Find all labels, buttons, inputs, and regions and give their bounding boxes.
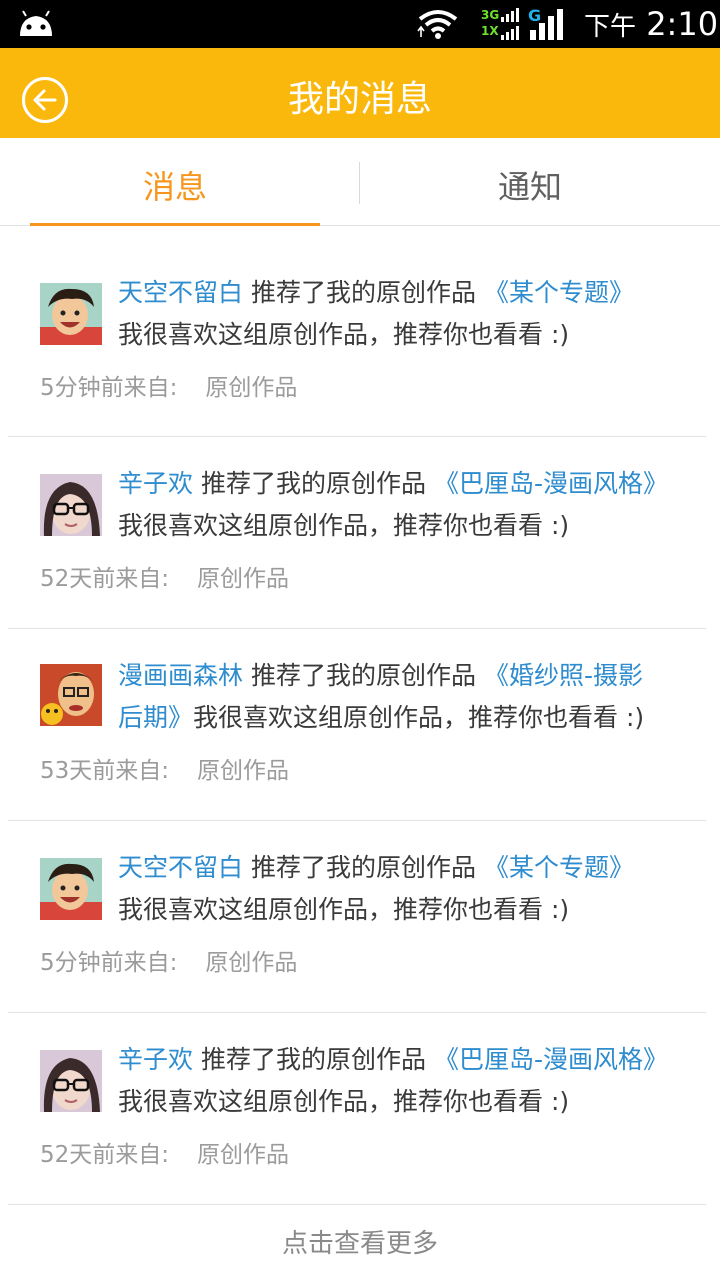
comment-text: 我很喜欢这组原创作品，推荐你也看看 :) [118,511,570,540]
network-1x-label: 1X [481,24,499,38]
user-name-link[interactable]: 漫画画森林 [118,661,243,690]
comment-text: 我很喜欢这组原创作品，推荐你也看看 :) [193,703,645,732]
tab-notifications[interactable]: 通知 [360,138,700,226]
clock-ampm: 下午 [584,12,637,42]
tab-messages[interactable]: 消息 [30,138,320,226]
user-name-link[interactable]: 天空不留白 [118,278,243,307]
message-meta: 52天前来自: 原创作品 [40,564,289,594]
user-name-link[interactable]: 辛子欢 [118,1045,193,1074]
source-label[interactable]: 原创作品 [205,950,297,976]
user-name-link[interactable]: 天空不留白 [118,853,243,882]
page-title: 我的消息 [287,79,432,120]
message-meta: 52天前来自: 原创作品 [40,1140,289,1170]
status-bar: 3G 1X G 下午 2:10 [0,0,720,48]
action-text: 推荐了我的原创作品 [250,853,476,882]
message-item[interactable]: 漫画画森林 推荐了我的原创作品 《婚纱照-摄影 后期》我很喜欢这组原创作品，推荐… [8,629,706,821]
back-button[interactable] [22,77,68,123]
message-item[interactable]: 天空不留白 推荐了我的原创作品 《某个专题》 我很喜欢这组原创作品，推荐你也看看… [8,226,706,437]
action-text: 推荐了我的原创作品 [200,1045,426,1074]
wifi-icon [417,10,458,39]
avatar[interactable] [40,283,102,345]
avatar[interactable] [40,1050,102,1112]
app-bar: 我的消息 [0,48,720,138]
load-more-button[interactable]: 点击查看更多 [0,1222,720,1266]
source-label[interactable]: 原创作品 [197,1142,289,1168]
message-time: 52天前来自: [40,1142,170,1168]
message-time: 53天前来自: [40,758,170,784]
message-time: 5分钟前来自: [40,375,178,401]
action-text: 推荐了我的原创作品 [250,278,476,307]
comment-text: 我很喜欢这组原创作品，推荐你也看看 :) [118,1087,570,1116]
message-meta: 5分钟前来自: 原创作品 [40,948,297,978]
mini-signal-icon [501,8,519,40]
message-time: 52天前来自: [40,566,170,592]
message-line: 天空不留白 推荐了我的原创作品 《某个专题》 [118,851,634,885]
source-label[interactable]: 原创作品 [197,758,289,784]
message-meta: 5分钟前来自: 原创作品 [40,373,297,403]
message-time: 5分钟前来自: [40,950,178,976]
avatar[interactable] [40,664,102,726]
message-item[interactable]: 辛子欢 推荐了我的原创作品 《巴厘岛-漫画风格》 我很喜欢这组原创作品，推荐你也… [8,437,706,629]
action-text: 推荐了我的原创作品 [200,469,426,498]
work-title-link[interactable]: 《某个专题》 [484,278,634,307]
user-name-link[interactable]: 辛子欢 [118,469,193,498]
back-arrow-icon [33,89,57,111]
mobile-data-indicator: 3G 1X [481,8,521,40]
work-title-link[interactable]: 《巴厘岛-漫画风格》 [434,1045,668,1074]
message-line-continued: 后期》我很喜欢这组原创作品，推荐你也看看 :) [118,701,644,735]
message-item[interactable]: 辛子欢 推荐了我的原创作品 《巴厘岛-漫画风格》 我很喜欢这组原创作品，推荐你也… [8,1013,706,1205]
clock-time: 2:10 [646,5,719,43]
work-title-link-continued[interactable]: 后期》 [118,703,193,732]
signal-strength-icon [530,9,563,40]
clock: 下午 2:10 [584,4,718,47]
action-text: 推荐了我的原创作品 [250,661,476,690]
message-meta: 53天前来自: 原创作品 [40,756,289,786]
message-line: 辛子欢 推荐了我的原创作品 《巴厘岛-漫画风格》 [118,1043,668,1077]
source-label[interactable]: 原创作品 [205,375,297,401]
message-line: 辛子欢 推荐了我的原创作品 《巴厘岛-漫画风格》 [118,467,668,501]
comment-text: 我很喜欢这组原创作品，推荐你也看看 :) [118,895,570,924]
work-title-link[interactable]: 《某个专题》 [484,853,634,882]
avatar[interactable] [40,858,102,920]
work-title-link[interactable]: 《巴厘岛-漫画风格》 [434,469,668,498]
network-3g-label: 3G [481,8,500,22]
tab-bar: 消息 通知 [0,138,720,226]
comment-text: 我很喜欢这组原创作品，推荐你也看看 :) [118,320,570,349]
message-line: 漫画画森林 推荐了我的原创作品 《婚纱照-摄影 [118,659,643,693]
message-item[interactable]: 天空不留白 推荐了我的原创作品 《某个专题》 我很喜欢这组原创作品，推荐你也看看… [8,821,706,1013]
source-label[interactable]: 原创作品 [197,566,289,592]
avatar[interactable] [40,474,102,536]
message-line: 天空不留白 推荐了我的原创作品 《某个专题》 [118,276,634,310]
work-title-link[interactable]: 《婚纱照-摄影 [484,661,643,690]
android-icon [20,10,52,36]
